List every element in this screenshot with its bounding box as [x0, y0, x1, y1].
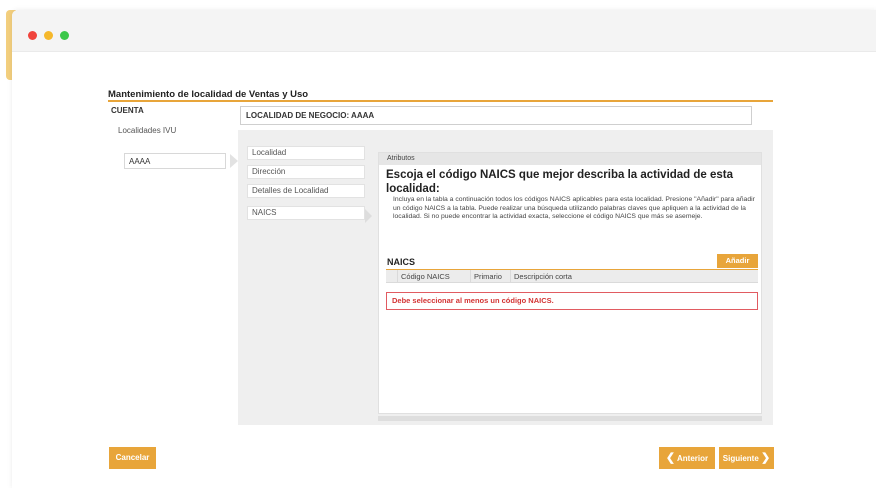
left-navigation: CUENTA Localidades IVU AAAA [108, 104, 238, 169]
main-panel: Localidad Dirección Detalles de Localida… [238, 130, 773, 425]
nav-selected-arrow-icon [230, 154, 238, 168]
nav-item-selected-location[interactable]: AAAA [124, 153, 226, 169]
step-localidad[interactable]: Localidad [247, 146, 365, 160]
title-divider [108, 100, 773, 102]
nav-section-locations[interactable]: Localidades IVU [108, 124, 238, 138]
select-column-header[interactable] [386, 270, 398, 282]
previous-button-label: Anterior [677, 454, 709, 463]
naics-heading: Escoja el código NAICS que mejor describ… [386, 169, 734, 195]
column-header-code[interactable]: Código NAICS [398, 270, 471, 282]
previous-button[interactable]: ❮ Anterior [659, 447, 715, 469]
chevron-right-icon: ❯ [761, 452, 771, 464]
naics-table-title: NAICS [387, 257, 416, 267]
step-active-arrow-icon [365, 209, 372, 223]
business-location-header: LOCALIDAD DE NEGOCIO: AAAA [240, 106, 752, 125]
naics-instructions: Incluya en la tabla a continuación todos… [393, 196, 755, 221]
cancel-button[interactable]: Cancelar [109, 447, 156, 469]
add-naics-button[interactable]: Añadir [717, 254, 758, 268]
minimize-window-button[interactable] [44, 31, 53, 40]
column-header-primary[interactable]: Primario [471, 270, 511, 282]
section-bar-attributes: Atributos [379, 153, 761, 165]
step-direccion[interactable]: Dirección [247, 165, 365, 179]
next-button[interactable]: Siguiente ❯ [719, 447, 774, 469]
next-button-label: Siguiente [722, 454, 759, 463]
naics-error-message: Debe seleccionar al menos un código NAIC… [386, 292, 758, 310]
naics-content-panel: Atributos Escoja el código NAICS que mej… [378, 152, 762, 414]
nav-account-label[interactable]: CUENTA [108, 104, 238, 117]
page-title: Mantenimiento de localidad de Ventas y U… [108, 89, 309, 100]
window-titlebar [12, 10, 876, 52]
column-header-description[interactable]: Descripción corta [511, 270, 572, 282]
naics-table-header: Código NAICS Primario Descripción corta [386, 270, 758, 283]
maximize-window-button[interactable] [60, 31, 69, 40]
chevron-left-icon: ❮ [665, 452, 676, 464]
step-detalles-localidad[interactable]: Detalles de Localidad [247, 184, 365, 198]
horizontal-scrollbar[interactable] [378, 416, 762, 421]
close-window-button[interactable] [28, 31, 37, 40]
step-naics[interactable]: NAICS [247, 206, 365, 220]
